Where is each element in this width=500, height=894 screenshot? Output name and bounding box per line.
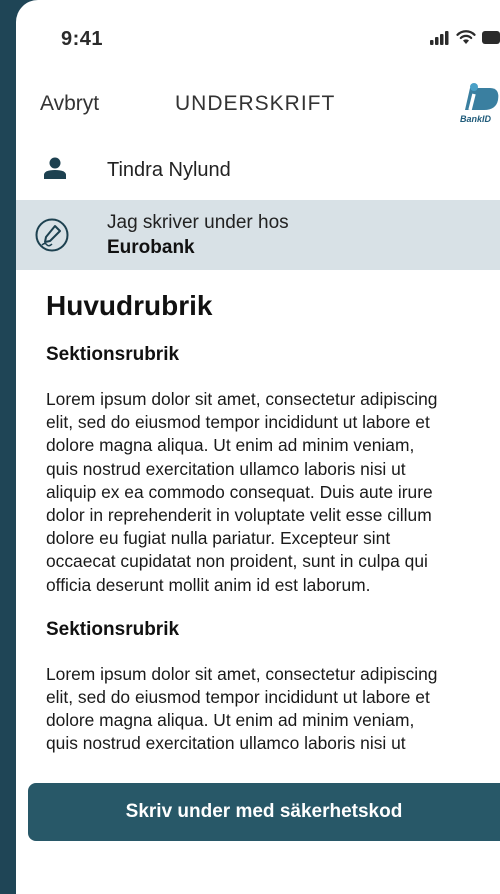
home-indicator-area xyxy=(16,850,500,894)
section-heading: Sektionsrubrik xyxy=(46,344,180,365)
signing-text: Jag skriver under hos xyxy=(107,212,289,233)
signature-pen-icon xyxy=(35,218,69,252)
cancel-button[interactable]: Avbryt xyxy=(40,92,99,116)
section-heading: Sektionsrubrik xyxy=(46,618,180,640)
sign-with-security-code-button[interactable]: Skriv under med säkerhetskod xyxy=(28,783,500,841)
status-icons xyxy=(430,30,500,45)
document-content: Huvudrubrik Sektionsrubrik Lorem ipsum d… xyxy=(46,286,500,756)
status-bar: 9:41 xyxy=(16,0,500,60)
section-paragraph: Lorem ipsum dolor sit amet, consectetur … xyxy=(46,388,500,597)
page-title: UNDERSKRIFT xyxy=(175,92,336,115)
svg-text:BankID: BankID xyxy=(460,114,492,124)
paragraph-line: aliquip ex ea commodo consequat. Duis au… xyxy=(46,481,433,502)
paragraph-line: dolore magna aliqua. Ut enim ad minim ve… xyxy=(46,435,415,456)
recipient-name: Eurobank xyxy=(107,237,195,258)
paragraph-line: dolore eu fugiat nulla pariatur. Excepte… xyxy=(46,528,391,549)
section-paragraph: Lorem ipsum dolor sit amet, consectetur … xyxy=(46,663,500,756)
paragraph-line: officia deserunt mollit anim id est labo… xyxy=(46,574,371,595)
signing-info-box: Jag skriver under hos Eurobank xyxy=(16,200,500,270)
paragraph-line: quis nostrud exercitation ullamco labori… xyxy=(46,733,406,754)
phone-screen: 9:41 Avbryt UNDERSKRIFT BankID Tindra Ny… xyxy=(16,0,500,894)
paragraph-line: dolor in reprehenderit in voluptate veli… xyxy=(46,505,432,526)
wifi-icon xyxy=(456,30,476,44)
document-title: Huvudrubrik xyxy=(46,290,213,321)
navigation-bar: Avbryt UNDERSKRIFT BankID xyxy=(16,80,500,130)
signer-name: Tindra Nylund xyxy=(107,159,231,181)
paragraph-line: elit, sed do eiusmod tempor incididunt u… xyxy=(46,412,430,433)
paragraph-line: Lorem ipsum dolor sit amet, consectetur … xyxy=(46,389,438,409)
paragraph-line: occaecat cupidatat non proident, sunt in… xyxy=(46,551,428,572)
bankid-logo: BankID xyxy=(460,83,499,124)
paragraph-line: elit, sed do eiusmod tempor incididunt u… xyxy=(46,687,430,708)
signal-icon xyxy=(430,30,449,45)
status-time: 9:41 xyxy=(61,28,104,50)
paragraph-line: dolore magna aliqua. Ut enim ad minim ve… xyxy=(46,710,415,731)
paragraph-line: Lorem ipsum dolor sit amet, consectetur … xyxy=(46,663,438,684)
person-icon xyxy=(44,157,66,179)
battery-icon xyxy=(482,31,500,44)
signer-row: Tindra Nylund xyxy=(16,145,500,197)
paragraph-line: quis nostrud exercitation ullamco labori… xyxy=(46,458,406,479)
